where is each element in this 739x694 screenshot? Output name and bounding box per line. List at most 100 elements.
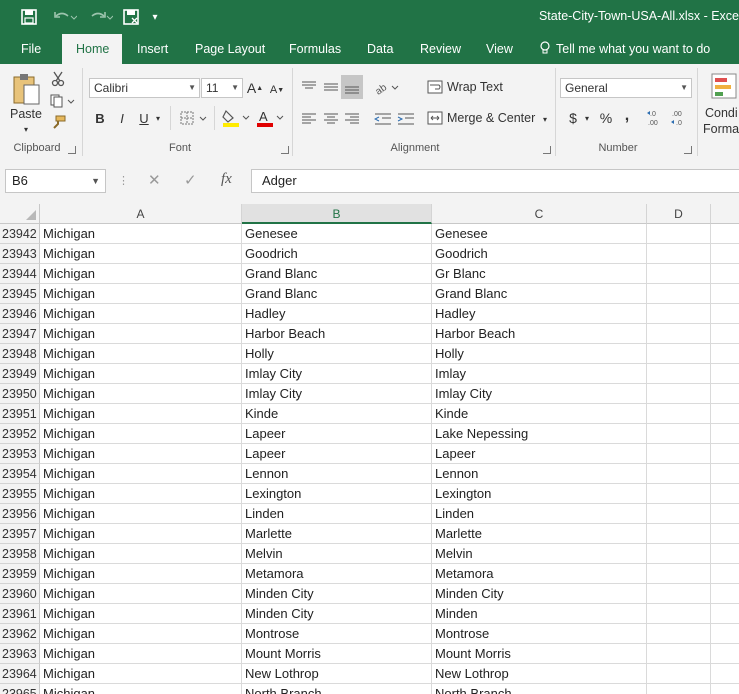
cell-town[interactable]: Kinde [432, 404, 647, 424]
decrease-font-size-icon[interactable]: A ▼ [268, 80, 286, 100]
middle-align-icon[interactable] [320, 76, 342, 98]
align-center-icon[interactable] [320, 108, 342, 130]
cell-empty[interactable] [711, 524, 739, 544]
cell-empty[interactable] [647, 584, 711, 604]
name-box[interactable]: B6 ▼ [5, 169, 106, 193]
select-all-button[interactable] [0, 204, 40, 224]
row-header[interactable]: 23955 [0, 484, 40, 504]
cell-empty[interactable] [711, 464, 739, 484]
cell-state[interactable]: Michigan [40, 604, 242, 624]
cell-empty[interactable] [711, 304, 739, 324]
row-header[interactable]: 23952 [0, 424, 40, 444]
formula-input[interactable]: Adger [251, 169, 739, 193]
row-header[interactable]: 23945 [0, 284, 40, 304]
decrease-indent-icon[interactable] [372, 108, 394, 130]
cell-empty[interactable] [647, 604, 711, 624]
row-header[interactable]: 23944 [0, 264, 40, 284]
clipboard-launcher-icon[interactable] [68, 146, 76, 154]
cell-state[interactable]: Michigan [40, 444, 242, 464]
cell-empty[interactable] [647, 464, 711, 484]
row-header[interactable]: 23942 [0, 224, 40, 244]
cell-town[interactable]: Genesee [432, 224, 647, 244]
underline-button[interactable]: U [136, 108, 152, 128]
italic-button[interactable]: I [114, 108, 130, 128]
cell-empty[interactable] [647, 244, 711, 264]
cell-state[interactable]: Michigan [40, 524, 242, 544]
cell-town[interactable]: Lexington [432, 484, 647, 504]
wrap-text-icon[interactable] [426, 78, 444, 96]
row-header[interactable]: 23962 [0, 624, 40, 644]
cell-city[interactable]: Goodrich [242, 244, 432, 264]
cell-empty[interactable] [647, 504, 711, 524]
customize-quick-access-icon[interactable]: ▾ [148, 7, 162, 27]
cell-city[interactable]: Grand Blanc [242, 284, 432, 304]
cell-empty[interactable] [647, 564, 711, 584]
cell-empty[interactable] [647, 624, 711, 644]
cell-state[interactable]: Michigan [40, 384, 242, 404]
cell-city[interactable]: Marlette [242, 524, 432, 544]
cell-city[interactable]: Hadley [242, 304, 432, 324]
cell-state[interactable]: Michigan [40, 404, 242, 424]
cell-town[interactable]: Metamora [432, 564, 647, 584]
cell-empty[interactable] [647, 664, 711, 684]
cell-empty[interactable] [647, 684, 711, 694]
paste-icon[interactable] [8, 70, 44, 108]
cell-city[interactable]: New Lothrop [242, 664, 432, 684]
cell-city[interactable]: Melvin [242, 544, 432, 564]
bottom-align-icon[interactable] [341, 75, 363, 99]
increase-font-size-icon[interactable]: A ▲ [246, 78, 264, 98]
undo-icon[interactable] [50, 7, 80, 27]
bold-button[interactable]: B [92, 108, 108, 128]
cell-state[interactable]: Michigan [40, 424, 242, 444]
insert-function-button[interactable]: fx [221, 171, 232, 188]
cell-empty[interactable] [647, 304, 711, 324]
font-name-combo[interactable]: Calibri ▼ [89, 78, 200, 98]
cell-empty[interactable] [711, 364, 739, 384]
row-header[interactable]: 23954 [0, 464, 40, 484]
row-header[interactable]: 23959 [0, 564, 40, 584]
cell-state[interactable]: Michigan [40, 284, 242, 304]
cell-town[interactable]: Lapeer [432, 444, 647, 464]
cell-empty[interactable] [711, 624, 739, 644]
cell-state[interactable]: Michigan [40, 584, 242, 604]
conditional-formatting-icon[interactable] [708, 70, 739, 102]
cell-empty[interactable] [647, 404, 711, 424]
row-header[interactable]: 23964 [0, 664, 40, 684]
row-header[interactable]: 23961 [0, 604, 40, 624]
cell-empty[interactable] [711, 644, 739, 664]
tab-insert[interactable]: Insert [123, 34, 182, 64]
cell-state[interactable]: Michigan [40, 684, 242, 694]
cell-town[interactable]: Gr Blanc [432, 264, 647, 284]
paste-button[interactable]: Paste [7, 106, 45, 122]
cell-state[interactable]: Michigan [40, 644, 242, 664]
cell-city[interactable]: Lapeer [242, 444, 432, 464]
row-header[interactable]: 23947 [0, 324, 40, 344]
cell-town[interactable]: Mount Morris [432, 644, 647, 664]
tab-view[interactable]: View [472, 34, 527, 64]
cell-city[interactable]: Lennon [242, 464, 432, 484]
cell-state[interactable]: Michigan [40, 324, 242, 344]
cell-empty[interactable] [711, 604, 739, 624]
cell-state[interactable]: Michigan [40, 564, 242, 584]
column-header-b[interactable]: B [242, 204, 432, 224]
cell-state[interactable]: Michigan [40, 484, 242, 504]
alignment-launcher-icon[interactable] [543, 146, 551, 154]
cancel-icon[interactable]: ✕ [148, 171, 161, 189]
cell-town[interactable]: Lennon [432, 464, 647, 484]
cell-city[interactable]: Minden City [242, 584, 432, 604]
increase-decimal-icon[interactable]: .0.00 [646, 108, 668, 128]
cell-city[interactable]: Kinde [242, 404, 432, 424]
cell-empty[interactable] [647, 484, 711, 504]
number-format-combo[interactable]: General ▼ [560, 78, 692, 98]
row-header[interactable]: 23963 [0, 644, 40, 664]
cell-city[interactable]: Linden [242, 504, 432, 524]
row-header[interactable]: 23960 [0, 584, 40, 604]
tell-me-search[interactable]: Tell me what you want to do [539, 34, 710, 64]
tab-data[interactable]: Data [353, 34, 407, 64]
tab-home[interactable]: Home [62, 34, 122, 65]
percent-button[interactable]: % [597, 108, 615, 128]
format-painter-icon[interactable] [48, 114, 68, 132]
cell-city[interactable]: Imlay City [242, 364, 432, 384]
number-launcher-icon[interactable] [684, 146, 692, 154]
row-header[interactable]: 23943 [0, 244, 40, 264]
